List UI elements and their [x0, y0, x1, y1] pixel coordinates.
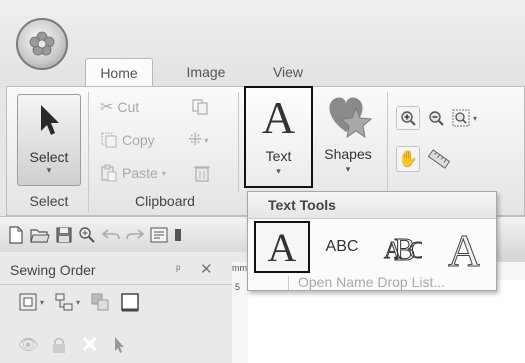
sewing-order-filter-icons: 👁 ✕	[18, 332, 125, 358]
canvas-page[interactable]	[248, 280, 525, 363]
lock-icon[interactable]	[52, 336, 66, 354]
print-preview-icon[interactable]	[78, 226, 96, 244]
text-button[interactable]: A Text ▾	[244, 86, 313, 188]
hand-icon: ✋	[398, 151, 418, 168]
clipboard-group-label: Clipboard	[135, 193, 195, 209]
text-tool-button[interactable]: A	[254, 221, 310, 273]
abc-text-icon: ABC	[325, 238, 359, 255]
chevron-down-icon: ▾	[46, 165, 52, 175]
group-view-button[interactable]: ▾	[54, 292, 80, 312]
ruler-unit-label: mm	[232, 263, 247, 273]
svg-text:C: C	[409, 238, 422, 264]
quick-access-icons	[8, 226, 182, 244]
text-a-icon: A	[267, 225, 297, 270]
monogram-tool-button[interactable]: A B C	[374, 221, 430, 273]
cut-label: Cut	[117, 99, 140, 115]
paste-button[interactable]: Paste ▾	[100, 161, 186, 185]
paste-label: Paste	[122, 165, 158, 181]
arrow-cursor-icon	[41, 105, 59, 135]
application-menu-button[interactable]	[16, 18, 68, 70]
arrange-grid-icon: ⁜	[188, 130, 203, 149]
pointer-icon[interactable]	[113, 336, 125, 354]
tab-image-label: Image	[186, 64, 226, 80]
text-tools-title: Text Tools	[268, 197, 336, 213]
zoom-out-icon	[429, 111, 444, 126]
open-folder-icon[interactable]	[30, 226, 50, 244]
shapes-button-label: Shapes	[324, 146, 372, 162]
tab-image[interactable]: Image	[172, 58, 240, 86]
layer-order-icon[interactable]	[90, 292, 110, 312]
delete-x-icon[interactable]: ✕	[80, 332, 98, 358]
eye-icon[interactable]: 👁	[18, 335, 38, 355]
zoom-in-icon	[401, 111, 416, 126]
scissors-icon: ✂	[100, 99, 114, 116]
delete-button[interactable]	[190, 161, 214, 185]
measure-button[interactable]	[424, 146, 454, 172]
sewing-order-toolbar: ▾ ▾	[18, 292, 140, 312]
decorative-a-icon: A	[448, 225, 481, 271]
text-button-label: Text	[265, 148, 292, 164]
cut-button[interactable]: ✂ Cut	[100, 96, 180, 118]
pan-button[interactable]: ✋	[396, 146, 420, 172]
undo-icon[interactable]	[102, 228, 120, 242]
shapes-button[interactable]: Shapes ▾	[316, 90, 380, 182]
menu-separator	[288, 276, 289, 290]
arrange-button[interactable]: ⁜ ▾	[188, 128, 224, 152]
tab-view[interactable]: View	[256, 58, 320, 86]
group-divider	[387, 92, 388, 192]
flower-logo-icon	[29, 31, 55, 56]
frame-box-icon[interactable]	[120, 292, 140, 312]
copy-icon	[101, 132, 117, 148]
tab-home[interactable]: Home	[85, 58, 153, 86]
ruler-tick-label: 5	[235, 282, 241, 292]
chevron-down-icon: ▾	[76, 297, 81, 307]
frame-selection-icon	[19, 293, 37, 311]
save-disk-icon[interactable]	[56, 227, 72, 243]
ruler-icon	[428, 149, 450, 169]
copy-button[interactable]: Copy	[100, 128, 180, 152]
chevron-down-icon: ▾	[345, 164, 351, 174]
svg-text:A: A	[448, 225, 480, 270]
open-name-drop-list-item[interactable]: Open Name Drop List...	[298, 274, 445, 290]
group-divider	[238, 92, 239, 192]
panel-divider	[0, 284, 247, 285]
text-tools-dropdown: Text Tools A ABC A B C A Open Name Drop …	[247, 191, 497, 291]
chevron-down-icon: ▾	[40, 297, 45, 307]
trash-icon	[194, 166, 210, 182]
chevron-down-icon: ▾	[204, 135, 209, 145]
tab-home-label: Home	[100, 64, 138, 81]
vertical-ruler: 5	[232, 280, 249, 363]
chevron-down-icon: ▾	[276, 166, 281, 176]
monogram-abc-icon: A B C	[384, 231, 423, 267]
zoom-fit-icon	[452, 109, 470, 127]
small-text-tool-button[interactable]: ABC	[314, 221, 370, 273]
chevron-down-icon: ▾	[161, 168, 166, 178]
zoom-fit-button[interactable]: ▾	[452, 106, 492, 130]
new-file-icon[interactable]	[8, 226, 24, 244]
heart-star-shapes-icon	[329, 97, 373, 138]
select-group-label: Select	[29, 193, 69, 209]
zoom-out-button[interactable]	[424, 106, 448, 130]
chevron-down-icon: ▾	[473, 113, 478, 123]
redo-icon[interactable]	[126, 228, 144, 242]
text-a-icon: A	[261, 92, 296, 143]
toolbar-more-icon[interactable]	[174, 227, 182, 243]
tab-view-label: View	[272, 64, 304, 80]
select-button[interactable]: Select ▾	[17, 94, 81, 186]
pin-icon[interactable]: ᵖ	[176, 262, 181, 276]
zoom-in-button[interactable]	[396, 106, 420, 130]
frame-view-button[interactable]: ▾	[18, 292, 44, 312]
group-divider	[88, 92, 89, 212]
copy-format-button[interactable]	[188, 96, 212, 118]
decorative-alphabet-tool-button[interactable]: A	[434, 221, 490, 273]
design-properties-icon[interactable]	[150, 227, 168, 243]
sewing-order-title: Sewing Order	[10, 262, 96, 278]
close-panel-icon[interactable]: ✕	[200, 260, 213, 278]
copy-label: Copy	[122, 132, 155, 148]
copy-pages-icon	[192, 99, 208, 115]
select-button-label: Select	[29, 149, 69, 165]
paste-clipboard-icon	[101, 164, 117, 182]
tree-group-icon	[55, 293, 73, 311]
